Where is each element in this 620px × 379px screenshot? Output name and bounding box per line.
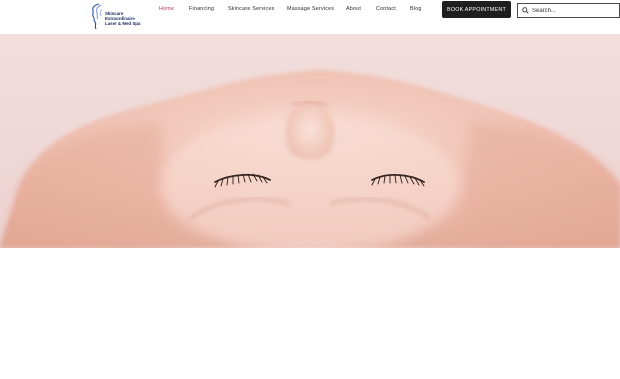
nav-about[interactable]: About [346,6,361,12]
content-area [0,248,620,379]
nav-skincare-services[interactable]: Skincare Services [228,6,275,12]
search-icon [522,7,529,14]
hero-image [0,34,620,248]
site-header: Skincare Extraordinaire Laser & Med Spa … [0,0,620,34]
hero-face-illustration [0,34,620,248]
search-box[interactable] [517,3,620,18]
search-input[interactable] [532,7,619,14]
nav-financing[interactable]: Financing [189,6,214,12]
nav-contact[interactable]: Contact [376,6,396,12]
nav-home[interactable]: Home [159,6,174,12]
brand-logo[interactable]: Skincare Extraordinaire Laser & Med Spa [90,3,140,30]
brand-line-3: Laser & Med Spa [105,21,141,26]
nav-massage-services[interactable]: Massage Services [287,6,334,12]
book-appointment-button[interactable]: BOOK APPOINTMENT [442,1,511,18]
brand-name: Skincare Extraordinaire Laser & Med Spa [105,3,140,26]
face-profile-logo-icon [92,3,103,30]
nav-blog[interactable]: Blog [410,6,422,12]
